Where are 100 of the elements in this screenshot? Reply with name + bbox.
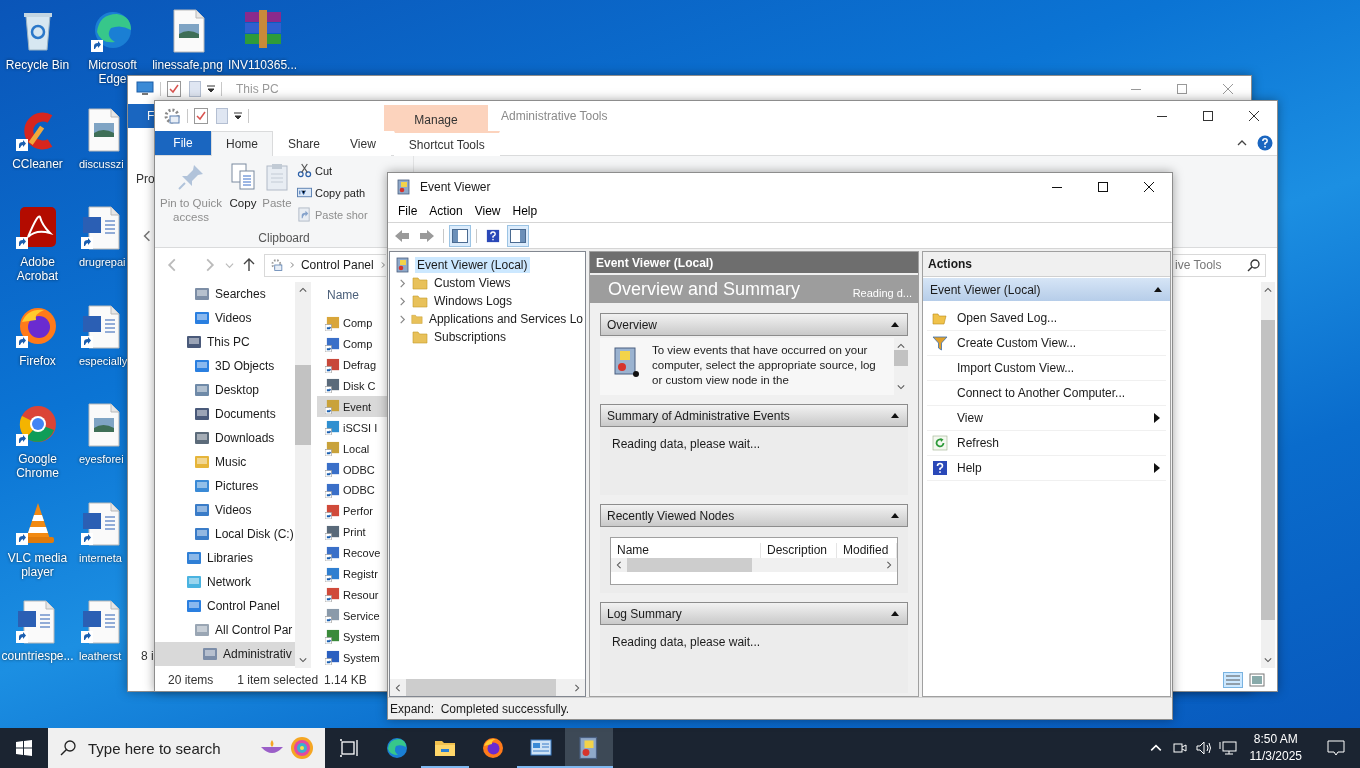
nav-item[interactable]: Control Panel bbox=[155, 594, 295, 618]
shortcut-item[interactable]: ODBC bbox=[317, 459, 391, 480]
search-field[interactable]: ive Tools bbox=[1173, 253, 1266, 277]
menu-item[interactable]: View bbox=[468, 201, 507, 221]
desktop-shortcut[interactable]: VLC media player bbox=[0, 498, 75, 579]
shortcut-item[interactable]: iSCSI I bbox=[317, 417, 391, 439]
nav-item[interactable]: Administrativ bbox=[155, 642, 295, 666]
nav-item[interactable]: Videos bbox=[155, 306, 295, 330]
taskbar-app[interactable] bbox=[565, 728, 613, 768]
nav-item[interactable]: 3D Objects bbox=[155, 354, 295, 378]
tree-item[interactable]: Subscriptions bbox=[390, 328, 585, 346]
section-header[interactable]: Summary of Administrative Events bbox=[600, 404, 908, 427]
nav-item[interactable]: Searches bbox=[155, 282, 295, 306]
nav-item[interactable]: Network bbox=[155, 570, 295, 594]
section-header[interactable]: Overview bbox=[600, 313, 908, 336]
scroll-thumb[interactable] bbox=[894, 349, 908, 366]
scroll-thumb[interactable] bbox=[406, 679, 556, 696]
command-item[interactable]: Create Custom View... bbox=[927, 331, 1166, 356]
desktop-shortcut[interactable]: especially bbox=[75, 301, 127, 368]
nav-item[interactable]: Pictures bbox=[155, 474, 295, 498]
ribbon-tab[interactable]: Home bbox=[211, 131, 273, 156]
scroll-thumb[interactable] bbox=[1261, 320, 1275, 620]
ribbon-button[interactable]: Cut bbox=[295, 160, 370, 181]
menu-item[interactable]: Action bbox=[423, 201, 469, 221]
nav-item[interactable]: Documents bbox=[155, 402, 295, 426]
nav-item[interactable]: Music bbox=[155, 450, 295, 474]
nav-item[interactable]: Libraries bbox=[155, 546, 295, 570]
page-icon[interactable] bbox=[189, 80, 201, 97]
menu-item[interactable]: Help bbox=[506, 201, 544, 221]
dropdown-icon[interactable] bbox=[207, 84, 215, 93]
section-header[interactable]: Recently Viewed Nodes bbox=[600, 504, 908, 527]
command-item[interactable]: Open Saved Log... bbox=[927, 306, 1166, 331]
help-icon[interactable] bbox=[1257, 135, 1273, 151]
desktop-shortcut[interactable]: Firefox bbox=[0, 301, 75, 368]
shortcut-item[interactable]: Comp bbox=[317, 333, 391, 355]
menu-item[interactable]: File bbox=[392, 201, 424, 221]
nav-item[interactable]: This PC bbox=[155, 330, 295, 354]
tiles-view-icon[interactable] bbox=[1249, 671, 1265, 688]
file-tab[interactable]: F bbox=[128, 104, 155, 128]
shortcut-item[interactable]: ODBC bbox=[317, 480, 391, 501]
desktop-shortcut[interactable]: Adobe Acrobat bbox=[0, 203, 75, 283]
nav-item[interactable]: All Control Par bbox=[155, 618, 295, 642]
scrollbar[interactable] bbox=[295, 282, 311, 668]
desktop-shortcut[interactable]: Microsoft Edge bbox=[75, 6, 150, 86]
checklist-icon[interactable] bbox=[167, 80, 181, 97]
file-tab[interactable]: File bbox=[155, 131, 211, 155]
ribbon-tab[interactable]: Shortcut Tools bbox=[393, 131, 500, 156]
shortcut-item[interactable]: Defrag bbox=[317, 354, 391, 376]
shortcut-item[interactable]: Registr bbox=[317, 563, 391, 585]
tree-item[interactable]: Applications and Services Lo bbox=[390, 310, 585, 328]
desktop-shortcut[interactable]: Google Chrome bbox=[0, 400, 75, 480]
tree-item[interactable]: Windows Logs bbox=[390, 292, 585, 310]
shortcut-item[interactable]: Recove bbox=[317, 542, 391, 564]
shortcut-item[interactable]: System bbox=[317, 626, 391, 648]
ribbon-button[interactable]: Copy bbox=[227, 160, 259, 231]
action-pane-toggle-button[interactable] bbox=[507, 224, 529, 247]
scrollbar[interactable] bbox=[611, 558, 897, 572]
desktop-shortcut[interactable]: Recycle Bin bbox=[0, 6, 75, 72]
shortcut-item[interactable]: Comp bbox=[317, 312, 391, 334]
section-header[interactable]: Log Summary bbox=[600, 602, 908, 625]
shortcut-item[interactable]: Print bbox=[317, 521, 391, 543]
desktop-shortcut[interactable]: interneta bbox=[75, 498, 127, 565]
shortcut-item[interactable]: Perfor bbox=[317, 500, 391, 522]
action-group-header[interactable]: Event Viewer (Local) bbox=[923, 278, 1170, 301]
nav-item[interactable]: Local Disk (C:) bbox=[155, 522, 295, 546]
desktop-shortcut[interactable]: linessafe.png bbox=[150, 6, 225, 72]
desktop-shortcut[interactable]: discusszi bbox=[75, 104, 127, 171]
shortcut-item[interactable]: Disk C bbox=[317, 375, 391, 397]
shortcut-item[interactable]: Resour bbox=[317, 584, 391, 606]
desktop-shortcut[interactable]: leatherst bbox=[75, 597, 127, 663]
scroll-thumb[interactable] bbox=[627, 558, 752, 572]
details-view-icon[interactable] bbox=[1223, 671, 1243, 688]
dropdown-icon[interactable] bbox=[234, 112, 242, 120]
command-item[interactable]: Help bbox=[927, 456, 1166, 481]
nav-item[interactable]: Downloads bbox=[155, 426, 295, 450]
tree-toggle-button[interactable] bbox=[449, 224, 471, 247]
shortcut-item[interactable]: System bbox=[317, 647, 391, 668]
column-header[interactable]: Name bbox=[317, 282, 391, 313]
scrollbar[interactable] bbox=[1261, 282, 1275, 668]
ribbon-button[interactable]: Copy path bbox=[295, 182, 370, 203]
tree-item[interactable]: Custom Views bbox=[390, 274, 585, 292]
search-field[interactable]: Type here to search bbox=[48, 728, 325, 768]
command-item[interactable]: Connect to Another Computer... bbox=[927, 381, 1166, 406]
checklist-icon[interactable] bbox=[194, 108, 208, 124]
scroll-thumb[interactable] bbox=[295, 365, 311, 445]
address-segment[interactable]: Control Panel bbox=[300, 258, 374, 272]
desktop-shortcut[interactable]: INV110365... bbox=[225, 6, 300, 72]
nav-item[interactable]: Desktop bbox=[155, 378, 295, 402]
desktop-shortcut[interactable]: drugrepai bbox=[75, 203, 127, 269]
up-arrow-icon[interactable] bbox=[242, 258, 256, 272]
desktop-shortcut[interactable]: eyesforei bbox=[75, 400, 127, 466]
address-bar[interactable]: Control Panel bbox=[264, 253, 386, 277]
clock[interactable]: 8:50 AM 11/3/2025 bbox=[1239, 731, 1312, 765]
command-item[interactable]: View bbox=[927, 406, 1166, 431]
desktop-shortcut[interactable]: CCleaner bbox=[0, 104, 75, 171]
shortcut-item[interactable]: Local bbox=[317, 438, 391, 460]
command-item[interactable]: Import Custom View... bbox=[927, 356, 1166, 381]
scrollbar[interactable] bbox=[390, 679, 585, 696]
nav-item[interactable]: Videos bbox=[155, 498, 295, 522]
command-item[interactable]: Refresh bbox=[927, 431, 1166, 456]
